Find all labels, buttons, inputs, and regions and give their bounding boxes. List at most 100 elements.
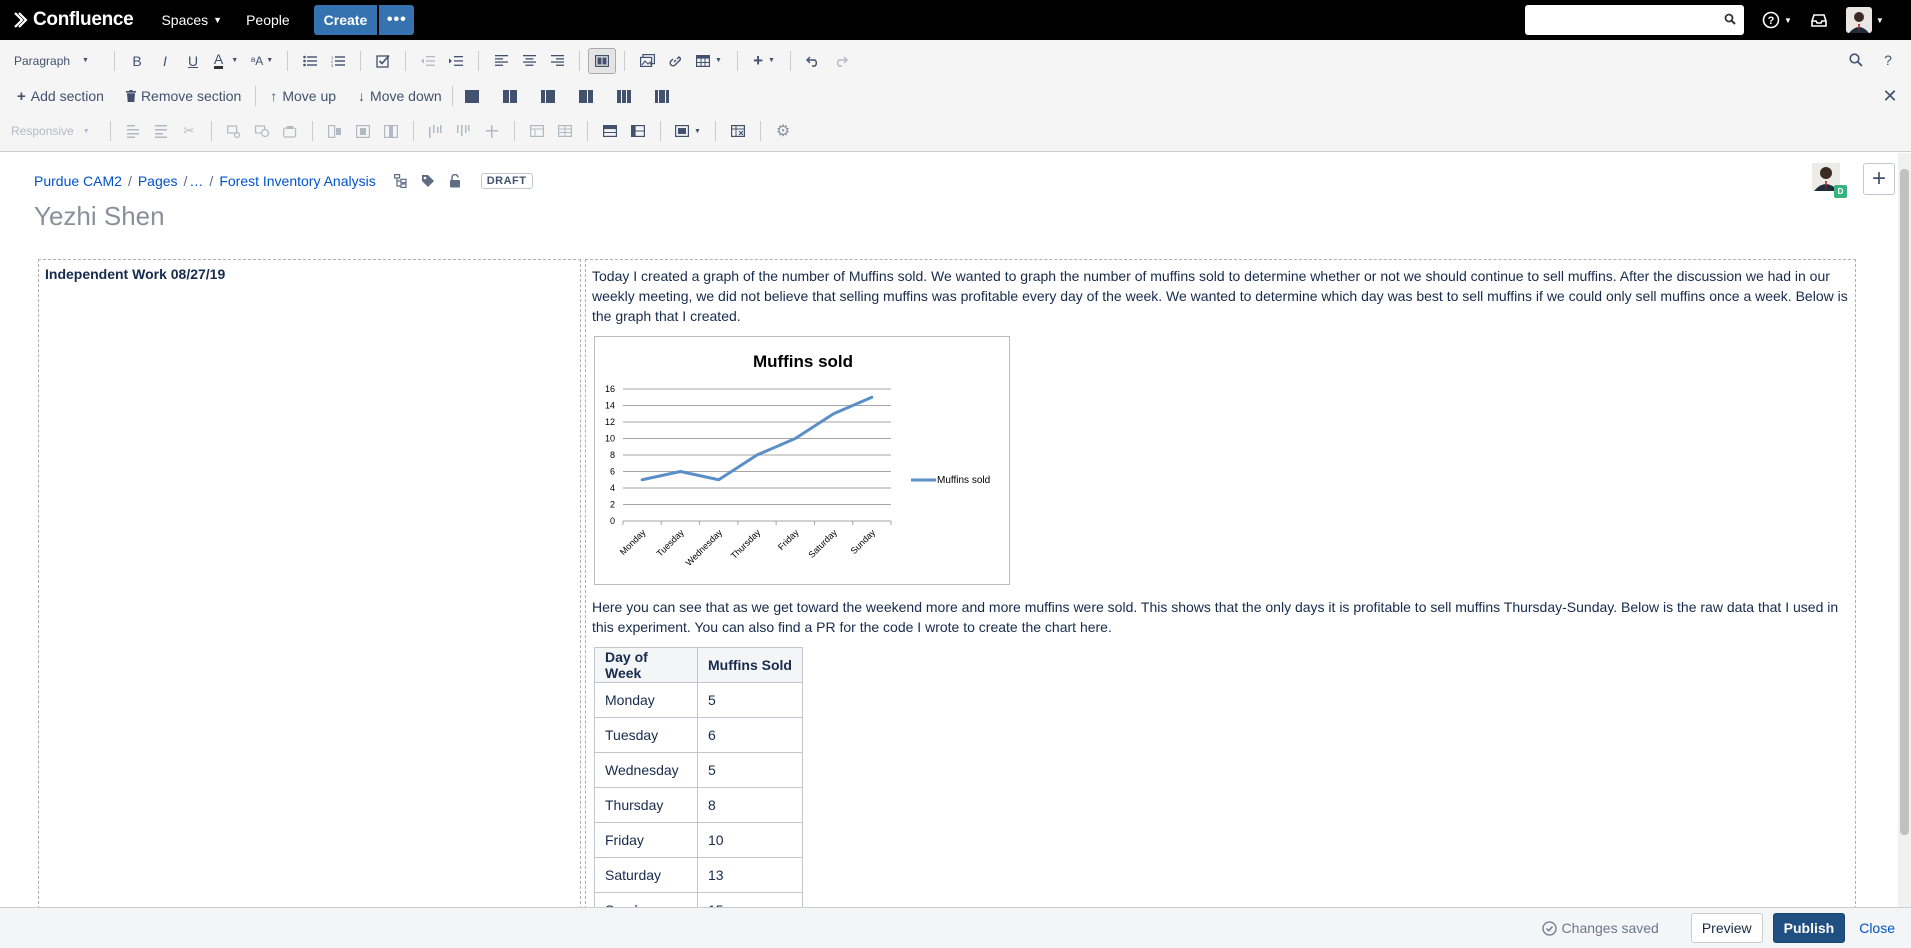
editor-help-button[interactable]: ? [1874, 47, 1902, 73]
table-settings-button[interactable]: ⚙ [769, 118, 797, 144]
search-input[interactable] [1525, 5, 1744, 35]
cell-color-button[interactable]: ▼ [669, 118, 707, 144]
two-column-right-sidebar-icon[interactable] [578, 89, 593, 103]
three-column-sidebars-icon[interactable] [654, 89, 669, 103]
table-cell[interactable]: Saturday [594, 857, 698, 893]
text-color-button[interactable]: A ▼ [207, 48, 245, 74]
insert-more-button[interactable]: + ▼ [746, 48, 782, 74]
copy-column-button[interactable] [450, 118, 478, 144]
cut-column-button[interactable] [422, 118, 450, 144]
copy-row-button[interactable] [248, 118, 276, 144]
table-cell[interactable]: 6 [697, 717, 803, 753]
muffins-chart[interactable]: Muffins sold 0 2 4 6 8 10 12 14 16 Monday Tuesday We… [594, 336, 1010, 585]
page-tree-icon[interactable] [393, 174, 407, 188]
split-cell-button[interactable] [551, 118, 579, 144]
table-cell[interactable]: Wednesday [594, 752, 698, 788]
insert-table-button[interactable]: ▼ [689, 48, 729, 74]
table-cell[interactable]: Monday [594, 682, 698, 718]
paste-row-button[interactable] [276, 118, 304, 144]
remove-section-button[interactable]: Remove section [125, 88, 241, 104]
table-cell[interactable]: 8 [697, 787, 803, 823]
paste-column-button[interactable] [478, 118, 506, 144]
preview-button[interactable]: Preview [1690, 913, 1763, 943]
delete-row-button[interactable]: ✂ [175, 118, 203, 144]
responsive-dropdown[interactable]: Responsive ▼ [11, 124, 96, 138]
breadcrumb-pages[interactable]: Pages [138, 173, 178, 189]
table-cell[interactable]: Tuesday [594, 717, 698, 753]
find-replace-button[interactable] [1842, 47, 1870, 73]
confluence-logo[interactable]: Confluence [14, 9, 134, 31]
page-layout-button[interactable] [588, 47, 616, 74]
people-link[interactable]: People [246, 12, 290, 28]
bold-button[interactable]: B [123, 48, 151, 74]
numbered-list-button[interactable]: 123 [324, 48, 352, 74]
publish-button[interactable]: Publish [1772, 913, 1846, 943]
indent-button[interactable] [442, 48, 470, 74]
toolbar-divider [211, 121, 212, 141]
italic-button[interactable]: I [151, 48, 179, 74]
close-editor-link[interactable]: Close [1859, 920, 1895, 936]
two-column-left-sidebar-icon[interactable] [540, 89, 555, 103]
notifications-button[interactable] [1810, 12, 1828, 28]
insert-row-above-button[interactable] [119, 118, 147, 144]
layout-cell-right[interactable]: Today I created a graph of the number of… [585, 259, 1856, 919]
undo-button[interactable] [799, 48, 827, 74]
task-list-button[interactable] [369, 48, 397, 74]
delete-table-button[interactable] [724, 118, 752, 144]
paragraph-style-dropdown[interactable]: Paragraph ▼ [14, 54, 104, 68]
label-tag-icon[interactable] [421, 174, 435, 188]
delete-column-button[interactable] [377, 118, 405, 144]
table-cell[interactable]: 10 [697, 822, 803, 858]
help-menu[interactable]: ? ▼ [1762, 11, 1792, 29]
align-right-button[interactable] [543, 48, 571, 74]
outdent-button[interactable] [414, 48, 442, 74]
scrollbar-thumb[interactable] [1900, 169, 1909, 835]
y-tick-label: 0 [610, 516, 615, 526]
breadcrumb-parent[interactable]: Forest Inventory Analysis [219, 173, 375, 189]
move-down-button[interactable]: ↓ Move down [358, 88, 442, 104]
cut-row-button[interactable] [220, 118, 248, 144]
add-collaborator-button[interactable]: + [1863, 163, 1895, 195]
top-navigation: Confluence Spaces ▼ People Create ••• ? … [0, 0, 1911, 40]
unlock-icon[interactable] [449, 174, 461, 188]
single-column-layout-icon[interactable] [464, 89, 479, 103]
insert-column-after-button[interactable] [349, 118, 377, 144]
insert-link-button[interactable] [661, 48, 689, 74]
table-header-muffins[interactable]: Muffins Sold [697, 647, 803, 683]
page-scrollbar[interactable] [1898, 153, 1911, 907]
layout-cell-left[interactable]: Independent Work 08/27/19 [38, 259, 581, 919]
table-cell[interactable]: Thursday [594, 787, 698, 823]
redo-button[interactable] [827, 48, 855, 74]
breadcrumb-space[interactable]: Purdue CAM2 [34, 173, 122, 189]
more-create-button[interactable]: ••• [379, 5, 415, 35]
spaces-menu[interactable]: Spaces ▼ [161, 12, 222, 28]
create-button[interactable]: Create [313, 5, 378, 35]
table-header-day[interactable]: Day of Week [594, 647, 698, 683]
help-icon: ? [1884, 52, 1892, 68]
insert-column-before-button[interactable] [321, 118, 349, 144]
table-cell[interactable]: 5 [697, 682, 803, 718]
table-cell[interactable]: Friday [594, 822, 698, 858]
table-header-column-button[interactable] [624, 118, 652, 144]
align-left-button[interactable] [487, 48, 515, 74]
insert-row-below-button[interactable] [147, 118, 175, 144]
close-layout-toolbar-button[interactable]: ✕ [1876, 83, 1904, 109]
merge-cells-button[interactable] [523, 118, 551, 144]
insert-image-button[interactable] [633, 48, 661, 74]
add-section-button[interactable]: + Add section [17, 88, 104, 105]
two-column-layout-icon[interactable] [502, 89, 517, 103]
bullet-list-button[interactable] [296, 48, 324, 74]
underline-button[interactable]: U [179, 48, 207, 74]
user-menu[interactable]: ▼ [1845, 7, 1884, 33]
page-title[interactable]: Yezhi Shen [34, 201, 165, 232]
table-cell[interactable]: 5 [697, 752, 803, 788]
three-column-layout-icon[interactable] [616, 89, 631, 103]
table-cell[interactable]: 13 [697, 857, 803, 893]
y-tick-label: 8 [610, 450, 615, 460]
formatting-menu-button[interactable]: ᵃA ▼ [245, 48, 279, 74]
breadcrumb-ellipsis[interactable]: … [189, 173, 203, 189]
align-center-button[interactable] [515, 48, 543, 74]
table-header-row-button[interactable] [596, 118, 624, 144]
chevron-down-icon: ▼ [266, 57, 274, 64]
move-up-button[interactable]: ↑ Move up [270, 88, 336, 104]
